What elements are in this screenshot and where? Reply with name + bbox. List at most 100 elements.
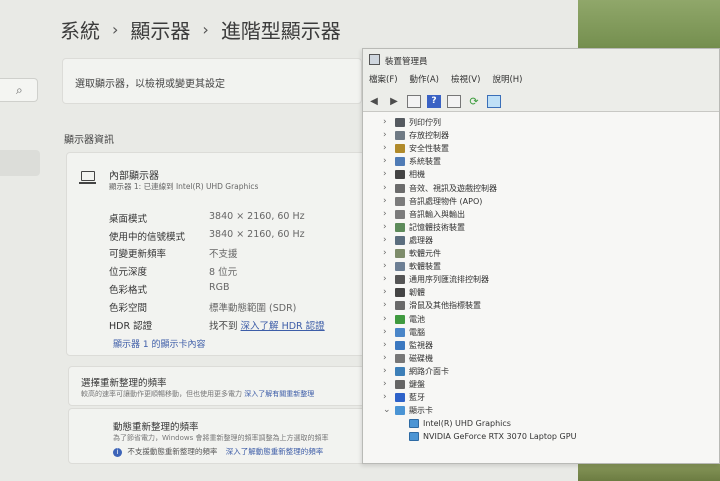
display-info-heading: 顯示器資訊 — [64, 135, 114, 146]
expand-chevron-icon[interactable]: › — [383, 247, 387, 260]
device-category-icon — [395, 249, 405, 258]
device-label: 軟體裝置 — [409, 262, 441, 272]
device-category[interactable]: › 鍵盤 — [363, 378, 719, 391]
info-row: 色彩格式 RGB — [109, 282, 359, 296]
expand-chevron-icon[interactable]: › — [383, 182, 387, 195]
expand-chevron-icon[interactable]: › — [383, 299, 387, 312]
expand-chevron-icon[interactable]: › — [383, 273, 387, 286]
info-label: 色彩格式 — [109, 285, 148, 296]
expand-chevron-icon[interactable]: › — [383, 221, 387, 234]
sidebar-search-box[interactable]: ⌕ — [0, 78, 38, 102]
expand-chevron-icon[interactable]: › — [383, 326, 387, 339]
device-category[interactable]: › 音效、視訊及遊戲控制器 — [363, 182, 719, 195]
expand-chevron-icon[interactable]: › — [383, 365, 387, 378]
expand-chevron-icon[interactable]: › — [383, 391, 387, 404]
device-node[interactable]: Intel(R) UHD Graphics — [363, 417, 719, 430]
device-label: 電腦 — [409, 327, 425, 337]
expand-chevron-icon[interactable]: › — [383, 142, 387, 155]
update-driver-icon[interactable]: ⟳ — [467, 95, 481, 108]
device-category-icon — [395, 288, 405, 298]
sidebar-selected-item[interactable] — [0, 150, 40, 176]
expand-chevron-icon[interactable]: › — [383, 195, 387, 208]
help-icon[interactable]: ? — [427, 94, 441, 108]
hdr-learn-more-link[interactable]: 深入了解 HDR 認證 — [241, 321, 325, 332]
device-category[interactable]: › 韌體 — [363, 286, 719, 299]
laptop-display-icon — [79, 171, 96, 184]
menu-action[interactable]: 動作(A) — [404, 73, 445, 89]
device-label: 軟體元件 — [409, 249, 441, 258]
device-label: 磁碟機 — [409, 353, 433, 363]
device-label: 處理器 — [409, 235, 433, 245]
device-category[interactable]: › 藍牙 — [363, 391, 719, 404]
device-label: Intel(R) UHD Graphics — [423, 419, 511, 429]
device-category[interactable]: › 處理器 — [363, 234, 719, 247]
device-node[interactable]: NVIDIA GeForce RTX 3070 Laptop GPU — [363, 430, 719, 443]
device-category[interactable]: › 音訊輸入與輸出 — [363, 208, 719, 221]
display-info-card: 內部顯示器 顯示器 1: 已連線到 Intel(R) UHD Graphics … — [66, 152, 366, 356]
device-manager-titlebar[interactable]: 裝置管理員 — [363, 49, 719, 71]
device-label: NVIDIA GeForce RTX 3070 Laptop GPU — [423, 432, 577, 442]
info-value: 8 位元 — [209, 267, 238, 278]
device-category-icon — [395, 366, 405, 376]
menu-file[interactable]: 檔案(F) — [363, 73, 404, 89]
device-category[interactable]: ⌄ 顯示卡 — [363, 404, 719, 417]
select-display-card[interactable]: 選取顯示器，以檢視或變更其設定 — [62, 58, 362, 104]
breadcrumb-display[interactable]: 顯示器 — [130, 15, 190, 44]
menu-help[interactable]: 說明(H) — [486, 73, 528, 89]
device-label: 存放控制器 — [409, 131, 449, 141]
refresh-rate-learn-more-link[interactable]: 深入了解有關重新整理 — [244, 390, 314, 398]
expand-chevron-icon[interactable]: › — [383, 313, 387, 326]
expand-chevron-icon[interactable]: › — [383, 286, 387, 299]
menu-view[interactable]: 檢視(V) — [445, 73, 486, 89]
device-category-icon — [395, 209, 405, 219]
device-category[interactable]: › 磁碟機 — [363, 352, 719, 365]
device-category[interactable]: › 滑鼠及其他指標裝置 — [363, 299, 719, 312]
info-value: 標準動態範圍 (SDR) — [209, 303, 297, 314]
dynamic-refresh-info: i 不支援動態重新整理的頻率 深入了解動態重新整理的頻率 — [113, 446, 323, 457]
device-category[interactable]: › 記憶體技術裝置 — [363, 221, 719, 234]
device-category[interactable]: › 電腦 — [363, 326, 719, 339]
device-manager-icon — [369, 54, 380, 65]
device-category[interactable]: › 安全性裝置 — [363, 142, 719, 155]
device-category[interactable]: › 電池 — [363, 313, 719, 326]
expand-chevron-icon[interactable]: › — [383, 129, 387, 142]
device-category-icon — [395, 393, 405, 403]
dynamic-refresh-learn-more-link[interactable]: 深入了解動態重新整理的頻率 — [226, 447, 324, 456]
device-category[interactable]: › 音訊處理物件 (APO) — [363, 195, 719, 208]
device-label: 監視器 — [409, 340, 433, 350]
device-category[interactable]: › 通用序列匯流排控制器 — [363, 273, 719, 286]
device-label: 顯示卡 — [409, 406, 433, 416]
expand-chevron-icon[interactable]: › — [383, 155, 387, 168]
device-category[interactable]: › 監視器 — [363, 339, 719, 352]
expand-chevron-icon[interactable]: › — [383, 208, 387, 221]
scan-hardware-monitor-icon[interactable] — [487, 94, 501, 108]
breadcrumb-advanced-display: 進階型顯示器 — [220, 18, 341, 43]
expand-chevron-icon[interactable]: › — [383, 378, 387, 391]
back-arrow-icon[interactable]: ◀ — [367, 95, 381, 108]
adapter-properties-link[interactable]: 顯示器 1 的顯示卡內容 — [113, 337, 205, 350]
expand-chevron-icon[interactable]: › — [383, 339, 387, 352]
forward-arrow-icon[interactable]: ▶ — [387, 95, 401, 108]
info-value: 找不到 深入了解 HDR 認證 — [209, 318, 325, 332]
device-category[interactable]: › 軟體裝置 — [363, 260, 719, 273]
device-category[interactable]: › 相機 — [363, 168, 719, 181]
collapse-chevron-icon[interactable]: ⌄ — [383, 404, 391, 417]
device-category[interactable]: › 存放控制器 — [363, 129, 719, 142]
info-label: 位元深度 — [109, 267, 148, 278]
refresh-rate-card[interactable]: 選擇重新整理的頻率 較高的速率可讓動作更順暢移動，但也使用更多電力 深入了解有關… — [68, 366, 368, 406]
expand-chevron-icon[interactable]: › — [383, 234, 387, 247]
expand-chevron-icon[interactable]: › — [383, 168, 387, 181]
device-category[interactable]: › 列印佇列 — [363, 116, 719, 129]
device-category[interactable]: › 網路介面卡 — [363, 365, 719, 378]
toolbar: ◀ ▶ ? ⟳ — [367, 93, 507, 109]
expand-chevron-icon[interactable]: › — [383, 352, 387, 365]
properties-sheet-icon[interactable] — [407, 94, 421, 108]
expand-chevron-icon[interactable]: › — [383, 116, 387, 129]
device-category-icon — [395, 353, 405, 363]
expand-chevron-icon[interactable]: › — [383, 260, 387, 273]
breadcrumb-system[interactable]: 系統 — [60, 15, 100, 44]
info-label: 使用中的信號模式 — [109, 232, 186, 243]
details-sheet-icon[interactable] — [447, 94, 461, 108]
device-category[interactable]: › 系統裝置 — [363, 155, 719, 168]
device-category[interactable]: › 軟體元件 — [363, 247, 719, 260]
